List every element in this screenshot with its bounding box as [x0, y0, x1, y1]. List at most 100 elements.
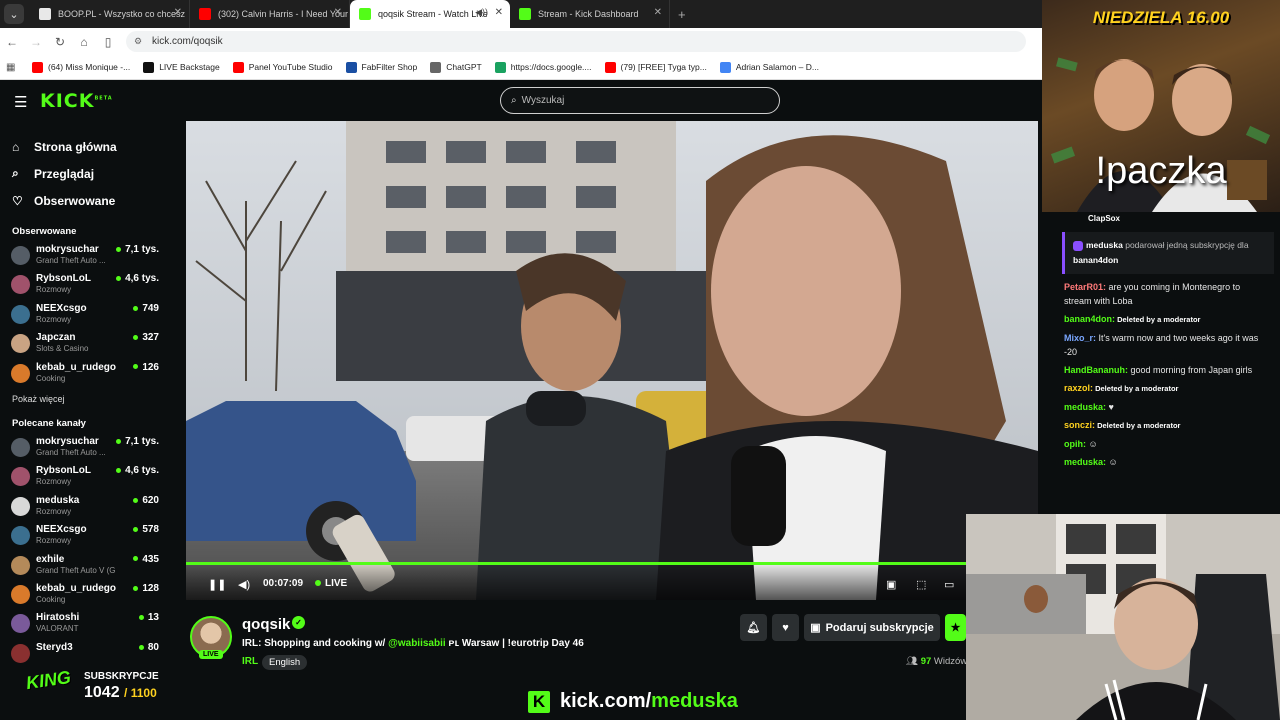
bookmark-item[interactable]: Panel YouTube Studio	[232, 61, 333, 73]
apps-grid-icon[interactable]: ▦	[6, 62, 20, 73]
channel-item[interactable]: Steryd3 80	[0, 639, 170, 668]
chat-text: good morning from Japan girls	[1128, 365, 1253, 375]
promo-url-prefix: kick.com/	[560, 690, 652, 712]
chat-username[interactable]: Mixo_r	[1064, 333, 1093, 343]
forward-icon[interactable]: →	[24, 35, 48, 49]
screen: { "browser": { "tabs": [ {"title": "BOOP…	[0, 0, 1280, 720]
browser-tab[interactable]: Stream - Kick Dashboard ✕	[510, 0, 670, 28]
channel-avatar	[11, 584, 30, 604]
kick-logo-icon: K	[528, 690, 550, 713]
nav-item[interactable]: ♡ Obserwowane	[0, 187, 170, 214]
video-player[interactable]	[186, 121, 1038, 600]
close-tab-icon[interactable]: ✕	[334, 7, 342, 18]
bookmark-label: FabFilter Shop	[361, 62, 418, 72]
promo-url-channel: meduska	[651, 690, 738, 712]
channel-item[interactable]: Japczan Slots & Casino 327	[0, 329, 170, 358]
channel-viewers: 7,1 tys.	[116, 436, 159, 447]
tab-search-button[interactable]: ⌄	[4, 4, 24, 24]
bookmark-item[interactable]: Adrian Salamon – D...	[719, 61, 819, 73]
channel-category: Grand Theft Auto ...	[36, 447, 106, 457]
url-field[interactable]: ⚙ kick.com/qoqsik	[126, 31, 1026, 52]
channel-item[interactable]: exhile Grand Theft Auto V (G... 435	[0, 551, 170, 580]
chat-username[interactable]: meduska	[1064, 457, 1103, 467]
stream-category[interactable]: IRL	[242, 656, 258, 667]
channel-category: Slots & Casino	[36, 344, 89, 354]
language-tag[interactable]: English	[262, 655, 308, 670]
close-tab-icon[interactable]: ✕	[174, 7, 182, 18]
reload-icon[interactable]: ↻	[48, 35, 72, 49]
logo-beta: BETA	[94, 95, 113, 102]
channel-item[interactable]: mokrysuchar Grand Theft Auto ... 7,1 tys.	[0, 433, 170, 462]
king-logo: KING	[24, 666, 73, 694]
bookmark-item[interactable]: FabFilter Shop	[345, 61, 418, 73]
browser-tab[interactable]: BOOP.PL - Wszystko co chcesz ✕	[30, 0, 190, 28]
chat-message: opih: ☺	[1056, 435, 1280, 453]
channel-item[interactable]: NEEXcsgo Rozmowy 749	[0, 300, 170, 329]
channel-item[interactable]: RybsonLoL Rozmowy 4,6 tys.	[0, 270, 170, 299]
chat-username[interactable]: ClapSox	[1056, 212, 1280, 228]
browser-tab-active[interactable]: qoqsik Stream - Watch Live ◀)) ✕	[350, 0, 510, 28]
bookmark-label: (79) [FREE] Tyga typ...	[620, 62, 707, 72]
channel-item[interactable]: meduska Rozmowy 620	[0, 492, 170, 521]
viewers-icon: 👥︎	[906, 656, 921, 667]
channel-category: Rozmowy	[36, 536, 72, 546]
channel-item[interactable]: Hiratoshi VALORANT 13	[0, 609, 170, 638]
channel-avatar	[11, 526, 30, 546]
site-info-icon[interactable]: ⚙	[134, 36, 148, 47]
video-frame	[186, 121, 1038, 600]
bookmark-item[interactable]: (79) [FREE] Tyga typ...	[604, 61, 707, 73]
subscribe-button[interactable]: ★	[945, 614, 966, 641]
notification-bell-button[interactable]: 🔔︎	[740, 614, 767, 641]
theater-mode-icon[interactable]: ⬚	[916, 578, 926, 591]
chat-username[interactable]: sonczi	[1064, 420, 1092, 430]
channel-item[interactable]: kebab_u_rudego Cooking 126	[0, 359, 170, 388]
browser-tab[interactable]: (302) Calvin Harris - I Need Your ✕	[190, 0, 350, 28]
nav-item[interactable]: ⌂ Strona główna	[0, 133, 170, 160]
kick-logo[interactable]: KICKBETA	[40, 90, 113, 112]
chat-username[interactable]: opih	[1064, 439, 1083, 449]
chat-username[interactable]: raxzol	[1064, 383, 1090, 393]
home-icon[interactable]: ⌂	[72, 35, 96, 49]
sidebar-icon[interactable]: ▯	[96, 35, 120, 49]
volume-icon[interactable]: ◀)	[238, 578, 250, 591]
fullscreen-icon[interactable]: ▭	[944, 578, 954, 591]
bookmark-favicon-icon	[430, 61, 442, 73]
menu-icon[interactable]: ☰	[14, 93, 27, 111]
follow-heart-button[interactable]: ♥	[772, 614, 799, 641]
close-tab-icon[interactable]: ✕	[495, 7, 503, 18]
chat-username[interactable]: PetarR01	[1064, 282, 1103, 292]
streamer-name[interactable]: qoqsik	[242, 616, 290, 633]
gift-subs-button[interactable]: ▣ Podaruj subskrypcje	[804, 614, 940, 641]
channel-item[interactable]: NEEXcsgo Rozmowy 578	[0, 521, 170, 550]
bookmark-item[interactable]: (64) Miss Monique -...	[32, 61, 130, 73]
channel-item[interactable]: mokrysuchar Grand Theft Auto ... 7,1 tys.	[0, 241, 170, 270]
channel-item[interactable]: kebab_u_rudego Cooking 128	[0, 580, 170, 609]
channel-viewers: 749	[133, 303, 159, 314]
channel-item[interactable]: RybsonLoL Rozmowy 4,6 tys.	[0, 462, 170, 491]
stream-title-mention[interactable]: @wabiisabii	[388, 638, 446, 649]
show-more-link[interactable]: Pokaż więcej	[0, 394, 170, 404]
close-tab-icon[interactable]: ✕	[654, 7, 662, 18]
pause-icon[interactable]: ❚❚	[208, 578, 226, 591]
nav-item-label: Przeglądaj	[34, 166, 95, 181]
nav-item[interactable]: ⌕ Przeglądaj	[0, 160, 170, 187]
progress-bar[interactable]	[186, 562, 966, 565]
miniplayer-icon[interactable]: ▣	[886, 578, 896, 591]
back-icon[interactable]: ←	[0, 35, 24, 49]
channel-viewers: 128	[133, 583, 159, 594]
chat-username[interactable]: meduska	[1064, 402, 1103, 412]
gift-sender[interactable]: meduska	[1086, 240, 1123, 250]
bookmark-item[interactable]: https://docs.google....	[494, 61, 592, 73]
avatar-live-badge: LIVE	[199, 650, 223, 659]
gift-recipient[interactable]: banan4don	[1073, 255, 1118, 265]
bookmark-item[interactable]: ChatGPT	[430, 61, 482, 73]
chat-username[interactable]: banan4don	[1064, 314, 1112, 324]
chat-panel: ClapSox meduska podarował jedną subskryp…	[1056, 212, 1280, 514]
search-input[interactable]: ⌕ Wyszukaj	[500, 87, 780, 114]
chat-username[interactable]: HandBananuh	[1064, 365, 1125, 375]
audio-playing-icon[interactable]: ◀))	[475, 7, 488, 18]
new-tab-icon[interactable]: +	[678, 7, 686, 22]
bookmark-item[interactable]: LIVE Backstage	[143, 61, 220, 73]
live-indicator[interactable]: LIVE	[315, 578, 347, 589]
stream-title: IRL: Shopping and cooking w/ @wabiisabii…	[242, 638, 584, 649]
